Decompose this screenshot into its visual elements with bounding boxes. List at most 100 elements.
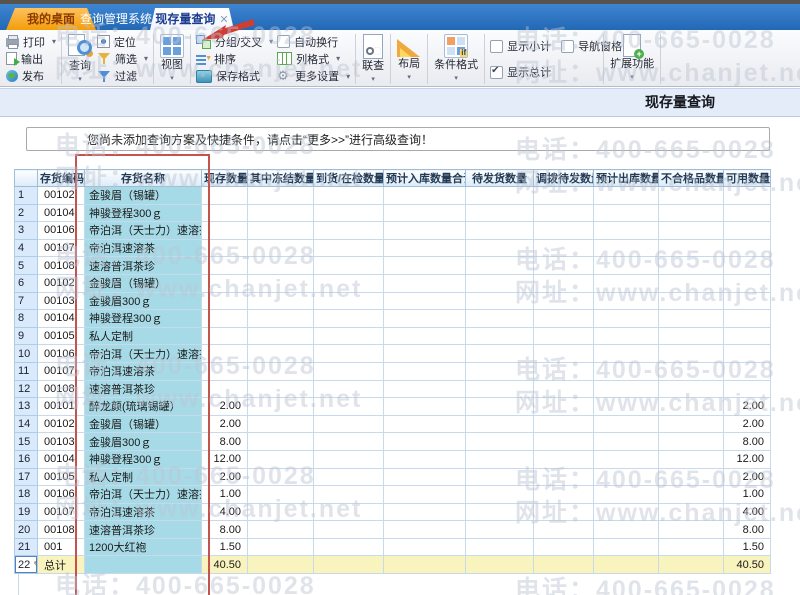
quantity-cell[interactable] bbox=[313, 397, 384, 416]
inventory-name-cell[interactable] bbox=[84, 555, 202, 575]
quantity-cell[interactable]: 40.50 bbox=[201, 555, 248, 575]
quantity-cell[interactable] bbox=[658, 485, 724, 504]
quantity-cell[interactable] bbox=[465, 485, 534, 504]
inventory-code-cell[interactable]: 00105 bbox=[37, 326, 85, 346]
inventory-name-cell[interactable]: 帝泊洱（天士力）速溶茶 bbox=[84, 221, 202, 240]
column-header[interactable]: 预计出库数量 bbox=[593, 169, 659, 187]
quantity-cell[interactable] bbox=[593, 273, 659, 293]
quantity-cell[interactable] bbox=[383, 414, 466, 434]
inventory-name-cell[interactable]: 神骏登程300ｇ bbox=[84, 309, 202, 328]
quantity-cell[interactable]: 1.50 bbox=[201, 537, 248, 557]
inventory-code-cell[interactable]: 00105 bbox=[37, 467, 85, 487]
quantity-cell[interactable] bbox=[247, 397, 314, 416]
quantity-cell[interactable] bbox=[465, 379, 534, 399]
inventory-code-cell[interactable]: 00102 bbox=[37, 186, 85, 205]
quantity-cell[interactable]: 2.00 bbox=[201, 467, 248, 487]
quantity-cell[interactable] bbox=[383, 221, 466, 240]
conditional-format-button[interactable]: 条件格式 bbox=[431, 32, 481, 86]
inventory-code-cell[interactable]: 00108 bbox=[37, 256, 85, 275]
inventory-name-cell[interactable]: 私人定制 bbox=[84, 326, 202, 346]
quantity-cell[interactable] bbox=[247, 186, 314, 205]
quantity-cell[interactable] bbox=[533, 361, 594, 381]
quantity-cell[interactable] bbox=[313, 502, 384, 522]
column-header[interactable]: 到货/在检数量 bbox=[313, 169, 384, 187]
row-number-cell[interactable]: 7 bbox=[14, 291, 38, 311]
inventory-code-cell[interactable]: 00106 bbox=[37, 221, 85, 240]
quantity-cell[interactable] bbox=[465, 186, 534, 205]
quantity-cell[interactable] bbox=[533, 256, 594, 275]
quantity-cell[interactable] bbox=[201, 256, 248, 275]
quantity-cell[interactable]: 8.00 bbox=[201, 520, 248, 539]
quantity-cell[interactable] bbox=[247, 502, 314, 522]
quantity-cell[interactable]: 1.00 bbox=[201, 485, 248, 504]
quantity-cell[interactable] bbox=[201, 326, 248, 346]
inventory-name-cell[interactable]: 金骏眉300ｇ bbox=[84, 432, 202, 451]
quantity-cell[interactable] bbox=[383, 520, 466, 539]
quantity-cell[interactable] bbox=[313, 485, 384, 504]
quantity-cell[interactable] bbox=[247, 273, 314, 293]
column-header[interactable]: 不合格品数量 bbox=[658, 169, 724, 187]
quantity-cell[interactable] bbox=[593, 361, 659, 381]
quantity-cell[interactable] bbox=[465, 238, 534, 258]
quantity-cell[interactable] bbox=[533, 537, 594, 557]
inventory-name-cell[interactable]: 神骏登程300ｇ bbox=[84, 203, 202, 223]
row-number-cell[interactable]: 3 bbox=[14, 221, 38, 240]
quantity-cell[interactable]: 1.00 bbox=[723, 485, 771, 504]
quantity-cell[interactable]: 4.00 bbox=[723, 502, 771, 522]
quantity-cell[interactable] bbox=[723, 186, 771, 205]
column-header[interactable]: 可用数量 bbox=[723, 169, 771, 187]
column-header[interactable]: 其中冻结数量 bbox=[247, 169, 314, 187]
quantity-cell[interactable] bbox=[313, 520, 384, 539]
tab-current-inventory-query[interactable]: 现存量查询 bbox=[150, 8, 234, 30]
quantity-cell[interactable]: 2.00 bbox=[201, 397, 248, 416]
quantity-cell[interactable] bbox=[465, 397, 534, 416]
inventory-name-cell[interactable]: 帝泊洱速溶茶 bbox=[84, 361, 202, 381]
quantity-cell[interactable]: 40.50 bbox=[723, 555, 771, 575]
quantity-cell[interactable] bbox=[313, 414, 384, 434]
quantity-cell[interactable] bbox=[201, 186, 248, 205]
quantity-cell[interactable] bbox=[593, 256, 659, 275]
quantity-cell[interactable] bbox=[658, 326, 724, 346]
quantity-cell[interactable] bbox=[465, 273, 534, 293]
quantity-cell[interactable] bbox=[658, 361, 724, 381]
inventory-name-cell[interactable]: 帝泊洱速溶茶 bbox=[84, 502, 202, 522]
quantity-cell[interactable] bbox=[313, 256, 384, 275]
quantity-cell[interactable] bbox=[383, 397, 466, 416]
inventory-code-cell[interactable]: 00104 bbox=[37, 309, 85, 328]
quantity-cell[interactable] bbox=[533, 309, 594, 328]
show-total-checkbox[interactable]: 显示总计 bbox=[488, 64, 600, 81]
quantity-cell[interactable] bbox=[383, 449, 466, 469]
inventory-name-cell[interactable]: 金骏眉（锡罐） bbox=[84, 414, 202, 434]
quantity-cell[interactable] bbox=[247, 309, 314, 328]
inventory-name-cell[interactable]: 速溶普洱茶珍 bbox=[84, 256, 202, 275]
column-header[interactable]: 待发货数量 bbox=[465, 169, 534, 187]
quantity-cell[interactable] bbox=[658, 291, 724, 311]
quantity-cell[interactable] bbox=[658, 238, 724, 258]
inventory-name-cell[interactable]: 帝泊洱（天士力）速溶茶 bbox=[84, 485, 202, 504]
quantity-cell[interactable] bbox=[247, 203, 314, 223]
quantity-cell[interactable] bbox=[658, 186, 724, 205]
quantity-cell[interactable] bbox=[313, 537, 384, 557]
quantity-cell[interactable] bbox=[533, 397, 594, 416]
row-number-cell[interactable]: 15 bbox=[14, 432, 38, 451]
quantity-cell[interactable] bbox=[383, 326, 466, 346]
quantity-cell[interactable] bbox=[533, 379, 594, 399]
inventory-code-cell[interactable]: 00101 bbox=[37, 397, 85, 416]
auto-wrap-checkbox[interactable]: 自动换行 bbox=[275, 33, 352, 50]
quantity-cell[interactable] bbox=[465, 344, 534, 363]
quantity-cell[interactable] bbox=[658, 520, 724, 539]
row-number-cell[interactable]: 8 bbox=[14, 309, 38, 328]
inventory-code-cell[interactable]: 00107 bbox=[37, 502, 85, 522]
inventory-name-cell[interactable]: 私人定制 bbox=[84, 467, 202, 487]
inventory-name-cell[interactable]: 醉龙颜(琉璃锡罐） bbox=[84, 397, 202, 416]
quantity-cell[interactable] bbox=[465, 555, 534, 575]
quantity-cell[interactable] bbox=[313, 379, 384, 399]
quantity-cell[interactable] bbox=[247, 414, 314, 434]
quantity-cell[interactable] bbox=[247, 256, 314, 275]
quantity-cell[interactable] bbox=[593, 238, 659, 258]
quantity-cell[interactable] bbox=[723, 238, 771, 258]
quantity-cell[interactable] bbox=[313, 326, 384, 346]
quantity-cell[interactable] bbox=[723, 203, 771, 223]
row-number-cell[interactable]: 20 bbox=[14, 520, 38, 539]
quantity-cell[interactable] bbox=[201, 379, 248, 399]
